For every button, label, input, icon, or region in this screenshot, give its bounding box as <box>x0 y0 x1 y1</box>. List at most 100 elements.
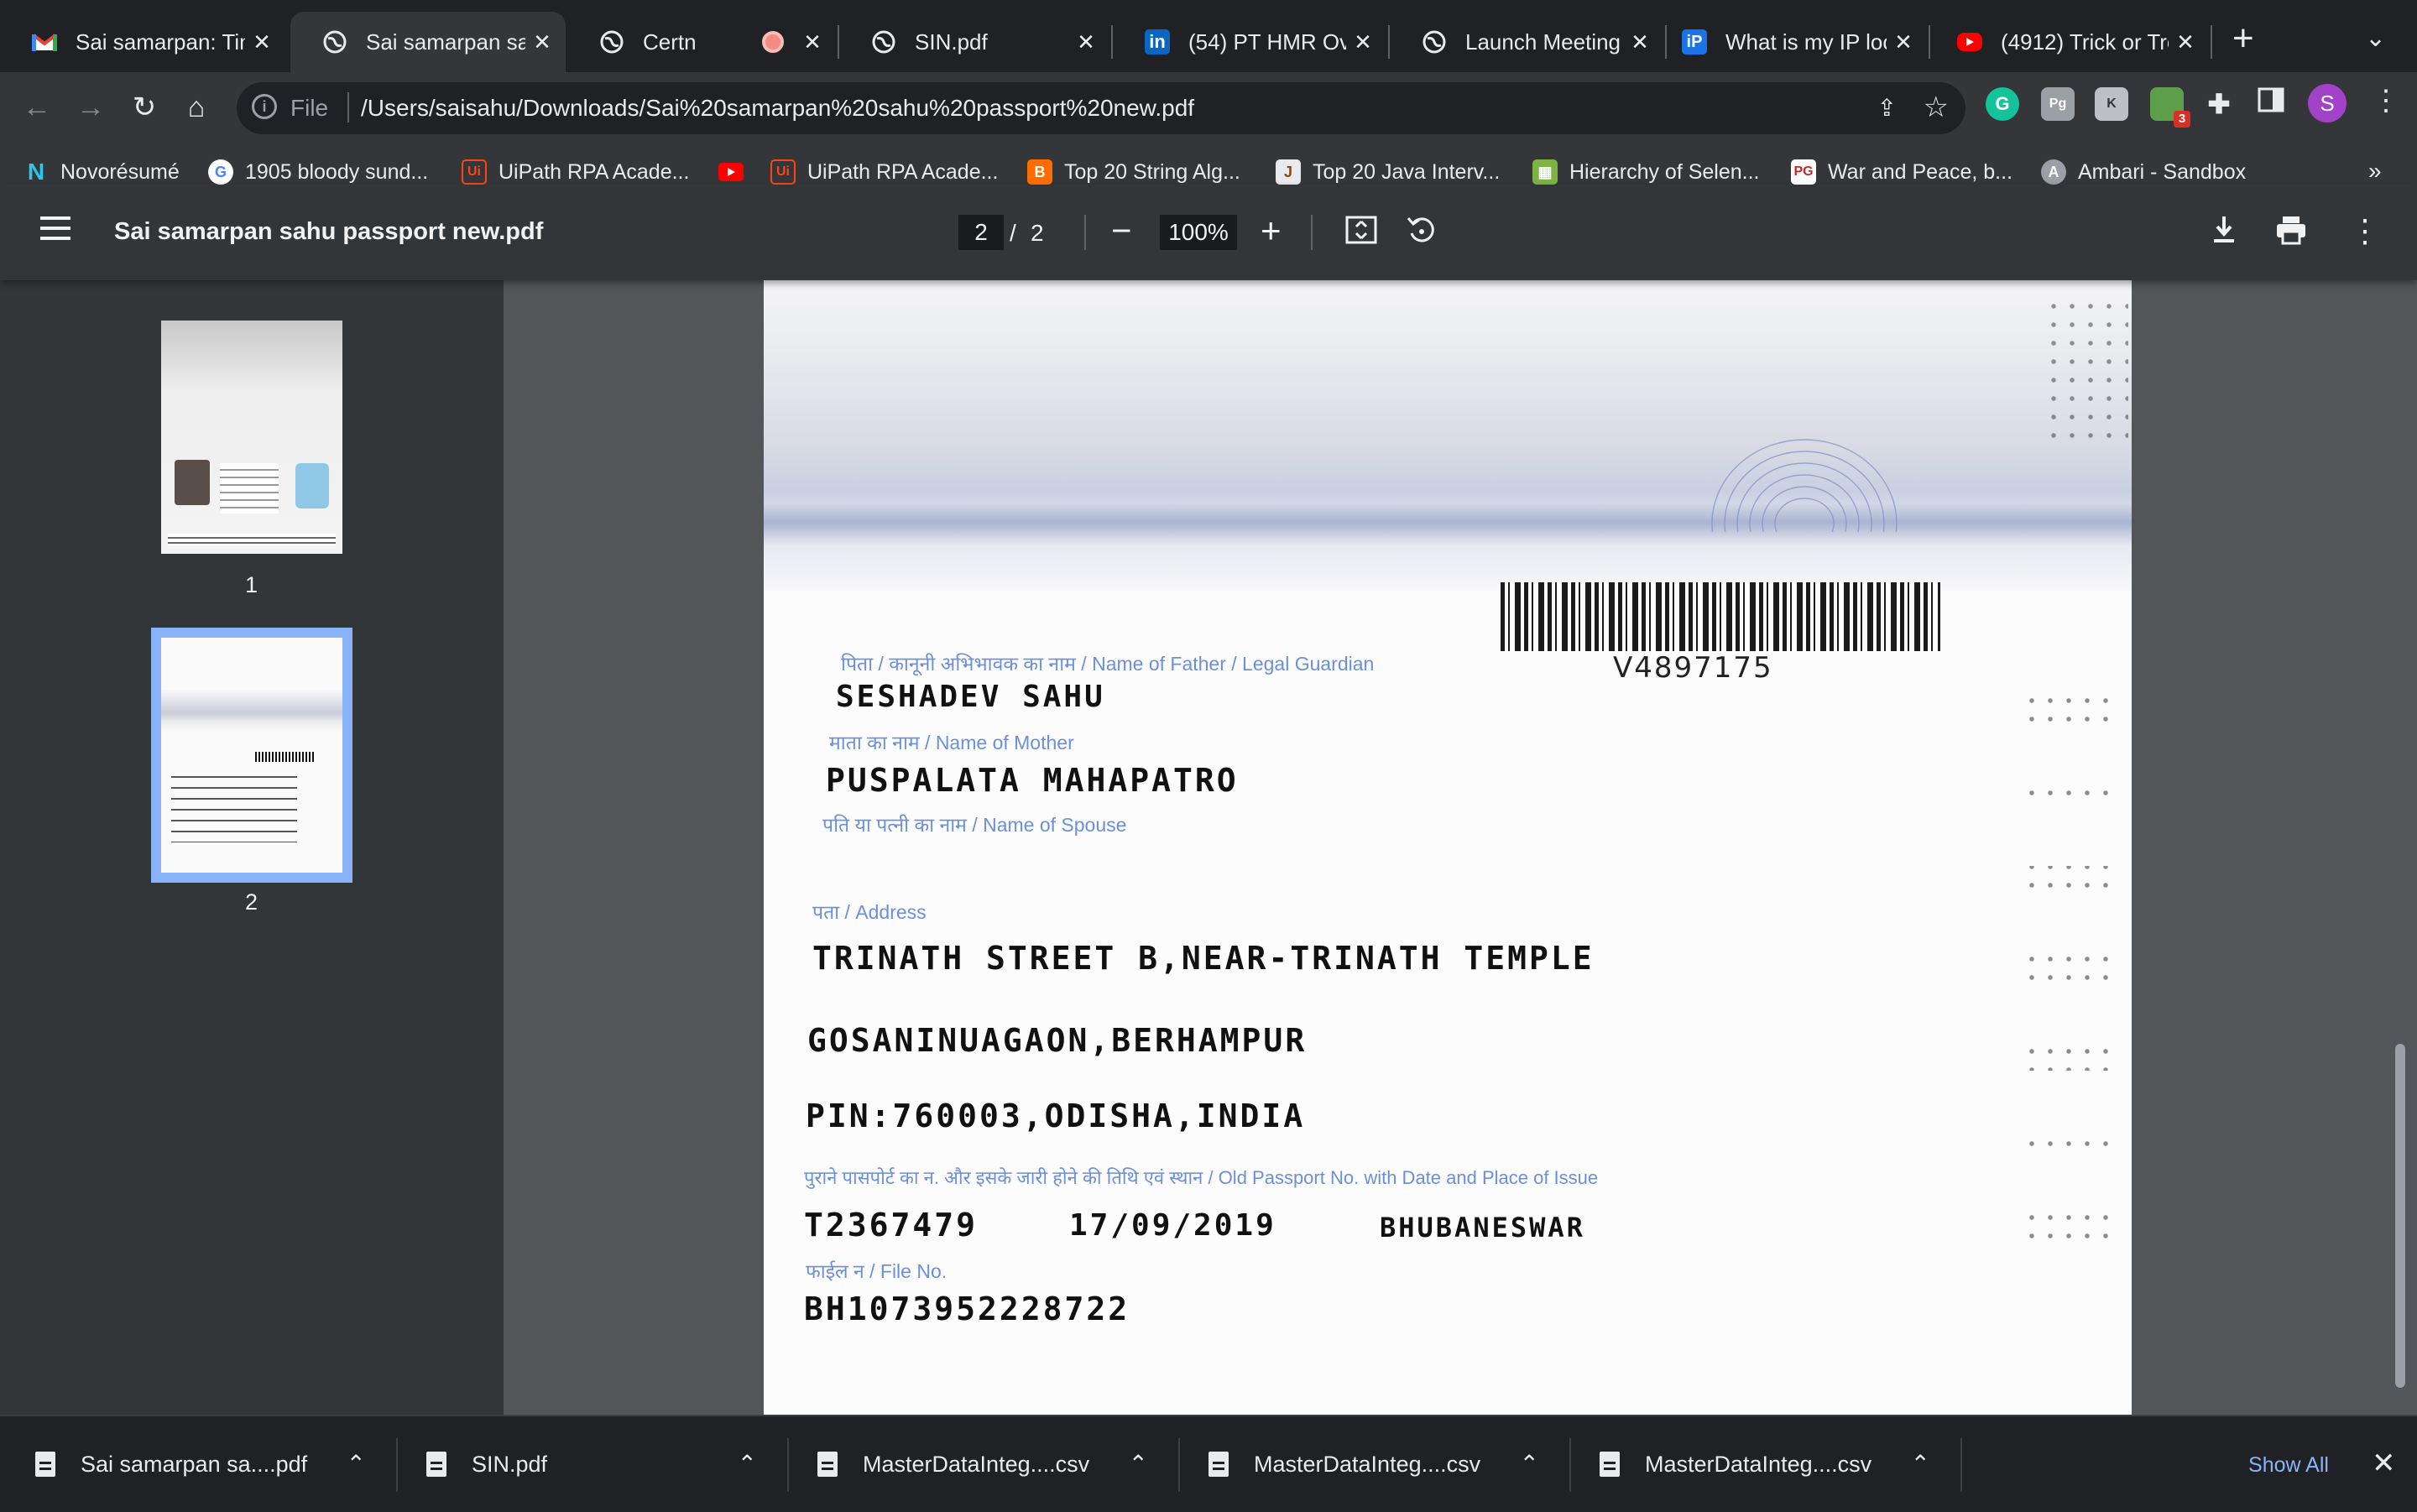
download-icon[interactable] <box>2207 213 2244 250</box>
bookmark-star-icon[interactable]: ☆ <box>1924 91 1949 124</box>
thumbnail-text-lines <box>220 463 279 514</box>
youtube-icon <box>718 163 744 181</box>
file-icon <box>426 1452 446 1477</box>
sidebar-menu-icon[interactable] <box>40 216 70 247</box>
tab-search-chevron-icon[interactable]: ⌄ <box>2365 23 2386 53</box>
chevron-up-icon[interactable]: ⌃ <box>347 1450 366 1478</box>
chrome-menu-icon[interactable]: ⋮ <box>2372 84 2400 117</box>
url-scheme: File <box>290 95 329 121</box>
bookmark-label: UiPath RPA Acade... <box>807 159 999 184</box>
download-filename: MasterDataInteg....csv <box>863 1451 1090 1477</box>
thumbnail-barcode <box>255 752 314 762</box>
tab-strip: Sai samarpan: Tim ✕ Sai samarpan sahu ✕ … <box>0 0 2417 72</box>
page-thumbnail-1[interactable] <box>161 321 342 554</box>
passport-barcode <box>1501 582 1940 651</box>
iplocation-icon: iP <box>1682 29 1707 55</box>
puzzle-extensions-icon[interactable]: ✚ <box>2202 87 2236 121</box>
download-filename: MasterDataInteg....csv <box>1254 1451 1481 1477</box>
tab-separator <box>2211 25 2212 59</box>
page-number-input[interactable]: 2 <box>958 215 1004 250</box>
thumbnail-sidebar: 1 2 <box>0 280 504 1415</box>
chevron-up-icon[interactable]: ⌃ <box>1520 1450 1539 1478</box>
page-separator: / <box>1010 220 1016 246</box>
download-item[interactable]: SIN.pdf ⌃ <box>391 1416 786 1512</box>
download-item[interactable]: MasterDataInteg....csv ⌃ <box>782 1416 1177 1512</box>
download-item[interactable]: Sai samarpan sa....pdf ⌃ <box>0 1416 394 1512</box>
download-filename: Sai samarpan sa....pdf <box>81 1451 308 1477</box>
download-item[interactable]: MasterDataInteg....csv ⌃ <box>1564 1416 1959 1512</box>
url-text[interactable]: /Users/saisahu/Downloads/Sai%20samarpan%… <box>361 95 1194 122</box>
chevron-up-icon[interactable]: ⌃ <box>1911 1450 1930 1478</box>
extension-icon[interactable]: K <box>2095 87 2128 121</box>
tab-linkedin[interactable]: in (54) PT HMR Ove ✕ <box>1113 12 1386 72</box>
tab-title: (4912) Trick or Tre <box>2001 29 2169 55</box>
java-icon: J <box>1276 159 1301 185</box>
rotate-icon[interactable] <box>1405 213 1442 250</box>
tab-title: Sai samarpan: Tim <box>76 29 245 55</box>
tab-title: (54) PT HMR Ove <box>1188 29 1346 55</box>
print-icon[interactable] <box>2274 213 2311 250</box>
zoom-out-button[interactable]: − <box>1111 210 1132 252</box>
tab-ip-location[interactable]: iP What is my IP loca ✕ <box>1650 12 1927 72</box>
zoom-level-input[interactable]: 100% <box>1160 215 1237 250</box>
gmail-icon <box>32 29 57 55</box>
ambari-icon: A <box>2041 159 2066 185</box>
back-button[interactable]: ← <box>17 87 57 128</box>
close-tab-icon[interactable]: ✕ <box>525 29 559 55</box>
extension-badge-icon[interactable]: 3 <box>2150 87 2190 128</box>
tab-certn[interactable]: Certn ✕ <box>567 12 836 72</box>
file-icon <box>1208 1452 1229 1477</box>
download-item[interactable]: MasterDataInteg....csv ⌃ <box>1173 1416 1568 1512</box>
vertical-scrollbar[interactable] <box>2395 1044 2405 1388</box>
close-shelf-icon[interactable]: ✕ <box>2372 1447 2396 1480</box>
show-all-downloads-button[interactable]: Show All <box>2222 1438 2355 1490</box>
new-tab-button[interactable]: + <box>2232 20 2254 57</box>
page-thumbnail-2[interactable] <box>151 628 352 883</box>
thumbnail-page-2 <box>161 638 342 873</box>
tab-youtube[interactable]: (4912) Trick or Tre ✕ <box>1925 12 2209 72</box>
pg-extension-icon[interactable]: Pg <box>2041 87 2075 121</box>
close-tab-icon[interactable]: ✕ <box>1069 29 1103 55</box>
address-label: पता / Address <box>812 901 927 923</box>
tab-launch-meeting[interactable]: Launch Meeting - ✕ <box>1390 12 1663 72</box>
novoresume-icon: N <box>27 159 45 185</box>
chevron-up-icon[interactable]: ⌃ <box>738 1450 757 1478</box>
address-bar[interactable]: i File /Users/saisahu/Downloads/Sai%20sa… <box>237 82 1965 134</box>
grammarly-extension-icon[interactable]: G <box>1986 87 2019 121</box>
download-filename: MasterDataInteg....csv <box>1645 1451 1872 1477</box>
tab-title: Certn <box>643 29 697 55</box>
profile-avatar[interactable]: S <box>2308 84 2347 123</box>
tab-title: Sai samarpan sahu <box>366 29 525 55</box>
more-bookmarks-icon[interactable]: » <box>2368 158 2382 185</box>
close-tab-icon[interactable]: ✕ <box>1887 29 1920 55</box>
linkedin-icon: in <box>1145 29 1170 55</box>
spouse-label: पति या पत्नी का नाम / Name of Spouse <box>822 814 1127 836</box>
close-tab-icon[interactable]: ✕ <box>245 29 279 55</box>
bookmark-label: Hierarchy of Selen... <box>1569 159 1760 184</box>
tab-passport-pdf[interactable]: Sai samarpan sahu ✕ <box>290 12 566 72</box>
total-pages: 2 <box>1031 220 1044 246</box>
close-tab-icon[interactable]: ✕ <box>1346 29 1380 55</box>
home-button[interactable]: ⌂ <box>176 87 217 128</box>
toolbar-divider <box>1084 215 1086 250</box>
side-panel-icon[interactable] <box>2254 87 2288 121</box>
pdf-toolbar: Sai samarpan sahu passport new.pdf 2 / 2… <box>0 185 2417 280</box>
more-actions-icon[interactable]: ⋮ <box>2347 213 2383 250</box>
forward-button[interactable]: → <box>70 87 111 128</box>
close-tab-icon[interactable]: ✕ <box>796 29 829 55</box>
fit-to-page-icon[interactable] <box>1344 213 1381 250</box>
bookmark-label: Novorésumé <box>60 159 180 184</box>
thumbnail-photo <box>175 460 210 505</box>
tab-gmail[interactable]: Sai samarpan: Tim ✕ <box>0 12 285 72</box>
globe-icon <box>599 29 624 55</box>
download-shelf: Sai samarpan sa....pdf ⌃ SIN.pdf ⌃ Maste… <box>0 1415 2417 1512</box>
close-tab-icon[interactable]: ✕ <box>2169 29 2202 55</box>
chevron-up-icon[interactable]: ⌃ <box>1129 1450 1148 1478</box>
site-info-icon[interactable]: i <box>252 94 277 119</box>
zoom-in-button[interactable]: + <box>1261 210 1282 252</box>
share-icon[interactable]: ⇪ <box>1877 94 1897 122</box>
address-line-3: PIN:760003,ODISHA,INDIA <box>806 1098 1306 1134</box>
thumbnail-mrz <box>168 534 336 545</box>
tab-sin-pdf[interactable]: SIN.pdf ✕ <box>839 12 1109 72</box>
reload-button[interactable]: ↻ <box>124 87 164 128</box>
